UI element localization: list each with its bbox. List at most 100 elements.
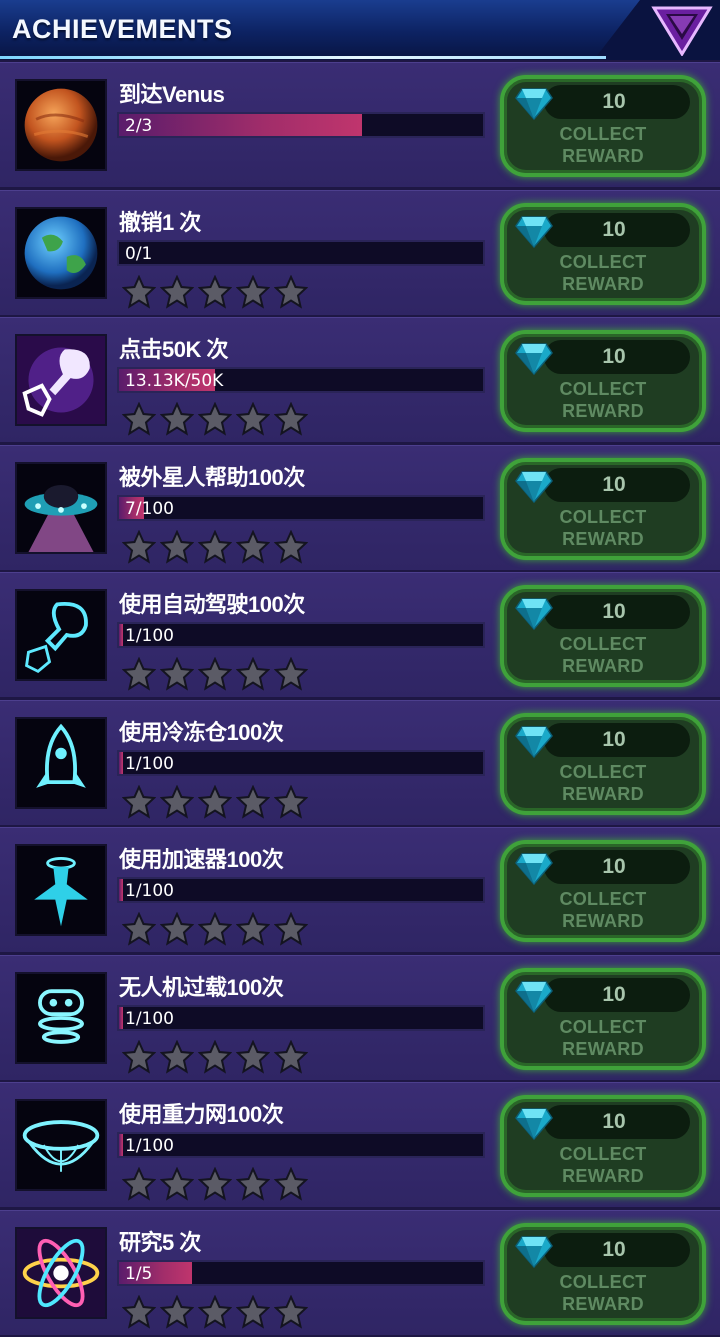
achievement-name: 使用冷冻仓100次 [119, 719, 284, 745]
progress-bar-fill [119, 751, 123, 774]
star-icon [273, 911, 309, 946]
header-bar: ACHIEVEMENTS [0, 0, 720, 60]
reward-amount: 10 [602, 855, 626, 878]
progress-bar-fill [119, 1134, 123, 1156]
star-icon [121, 656, 157, 691]
star-icon [159, 784, 195, 819]
autopilot-icon [15, 589, 107, 681]
collect-label: COLLECT [559, 1144, 647, 1164]
earth-planet-icon [15, 206, 107, 299]
chevron-v-logo-icon[interactable] [650, 4, 714, 57]
star-rating [121, 529, 309, 566]
achievement-list[interactable]: 到达Venus 2/3 10 COLLECT REWARD 撤销1 次 0/1 … [0, 62, 720, 1337]
star-icon [159, 1166, 195, 1201]
collect-reward-label: COLLECT REWARD [504, 378, 702, 422]
reward-amount: 10 [602, 1110, 626, 1133]
star-icon [273, 784, 309, 819]
star-icon [197, 784, 233, 819]
collect-reward-button[interactable]: 10 COLLECT REWARD [500, 1222, 706, 1325]
star-icon [235, 1166, 271, 1201]
progress-text: 7/100 [125, 498, 174, 519]
progress-bar: 1/100 [117, 1132, 485, 1158]
achievement-name: 使用自动驾驶100次 [119, 592, 305, 617]
progress-text: 2/3 [125, 116, 153, 136]
progress-bar: 2/3 [117, 112, 485, 138]
star-icon [235, 784, 271, 819]
star-icon [273, 401, 309, 436]
star-icon [197, 401, 233, 436]
progress-bar-fill [119, 114, 362, 136]
collect-label: COLLECT [559, 379, 647, 399]
star-icon [159, 656, 195, 691]
star-icon [159, 1039, 195, 1074]
collect-reward-button[interactable]: 10 COLLECT REWARD [500, 967, 706, 1070]
achievement-name: 被外星人帮助100次 [119, 464, 305, 490]
atom-research-icon [15, 1226, 107, 1319]
star-rating [121, 784, 309, 821]
collect-reward-label: COLLECT REWARD [504, 506, 702, 550]
progress-text: 1/100 [125, 1136, 174, 1156]
collect-reward-label: COLLECT REWARD [504, 251, 702, 295]
reward-label: REWARD [562, 1038, 644, 1059]
achievement-name: 点击50K 次 [119, 337, 228, 362]
star-rating [121, 1294, 309, 1331]
reward-label: REWARD [562, 528, 644, 549]
star-icon [235, 401, 271, 436]
collect-reward-button[interactable]: 10 COLLECT REWARD [500, 840, 706, 942]
star-icon [235, 274, 271, 309]
reward-amount: 10 [602, 600, 626, 623]
star-rating [121, 274, 309, 311]
star-icon [197, 911, 233, 946]
achievement-row: 使用加速器100次 1/100 10 COLLECT REWARD [0, 827, 720, 952]
collect-reward-label: COLLECT REWARD [504, 123, 702, 167]
star-icon [159, 401, 195, 436]
progress-bar-fill [119, 1006, 123, 1029]
collect-reward-label: COLLECT REWARD [504, 761, 702, 805]
collect-reward-label: COLLECT REWARD [504, 1016, 702, 1060]
collect-reward-button[interactable]: 10 COLLECT REWARD [500, 457, 706, 560]
star-icon [197, 656, 233, 691]
collect-reward-button[interactable]: 10 COLLECT REWARD [500, 585, 706, 687]
star-icon [159, 274, 195, 309]
star-icon [121, 529, 157, 564]
progress-text: 0/1 [125, 243, 153, 264]
progress-bar: 1/5 [117, 1259, 485, 1286]
star-icon [235, 529, 271, 564]
reward-label: REWARD [562, 911, 644, 931]
achievement-row: 被外星人帮助100次 7/100 10 COLLECT REWARD [0, 444, 720, 570]
collect-reward-button[interactable]: 10 COLLECT REWARD [500, 712, 706, 815]
collect-reward-button[interactable]: 10 COLLECT REWARD [500, 202, 706, 305]
star-icon [197, 1294, 233, 1329]
collect-reward-button[interactable]: 10 COLLECT REWARD [500, 1095, 706, 1197]
achievement-row: 使用重力网100次 1/100 10 COLLECT REWARD [0, 1082, 720, 1207]
star-icon [121, 1039, 157, 1074]
achievement-name: 到达Venus [119, 82, 225, 107]
collect-reward-label: COLLECT REWARD [504, 1271, 702, 1315]
star-icon [121, 784, 157, 819]
star-icon [273, 1166, 309, 1201]
reward-amount: 10 [602, 345, 626, 368]
collect-reward-button[interactable]: 10 COLLECT REWARD [500, 330, 706, 432]
star-rating [121, 656, 309, 693]
star-icon [197, 1039, 233, 1074]
star-icon [121, 274, 157, 309]
star-rating [121, 1039, 309, 1076]
reward-amount: 10 [602, 217, 626, 241]
progress-text: 1/100 [125, 1008, 174, 1029]
star-icon [159, 1294, 195, 1329]
collect-label: COLLECT [559, 1016, 647, 1037]
reward-label: REWARD [562, 146, 644, 166]
collect-reward-button[interactable]: 10 COLLECT REWARD [500, 75, 706, 177]
achievement-row: 使用冷冻仓100次 1/100 10 COLLECT REWARD [0, 699, 720, 825]
achievement-name: 研究5 次 [119, 1229, 201, 1255]
achievement-row: 使用自动驾驶100次 1/100 10 COLLECT REWARD [0, 572, 720, 697]
achievement-name: 撤销1 次 [119, 209, 201, 235]
collect-label: COLLECT [559, 1271, 647, 1292]
star-icon [235, 1039, 271, 1074]
star-icon [121, 1294, 157, 1329]
tap-hand-icon [15, 334, 107, 426]
star-icon [197, 1166, 233, 1201]
achievement-name: 无人机过载100次 [119, 974, 284, 1000]
collect-label: COLLECT [559, 889, 647, 909]
star-icon [235, 656, 271, 691]
